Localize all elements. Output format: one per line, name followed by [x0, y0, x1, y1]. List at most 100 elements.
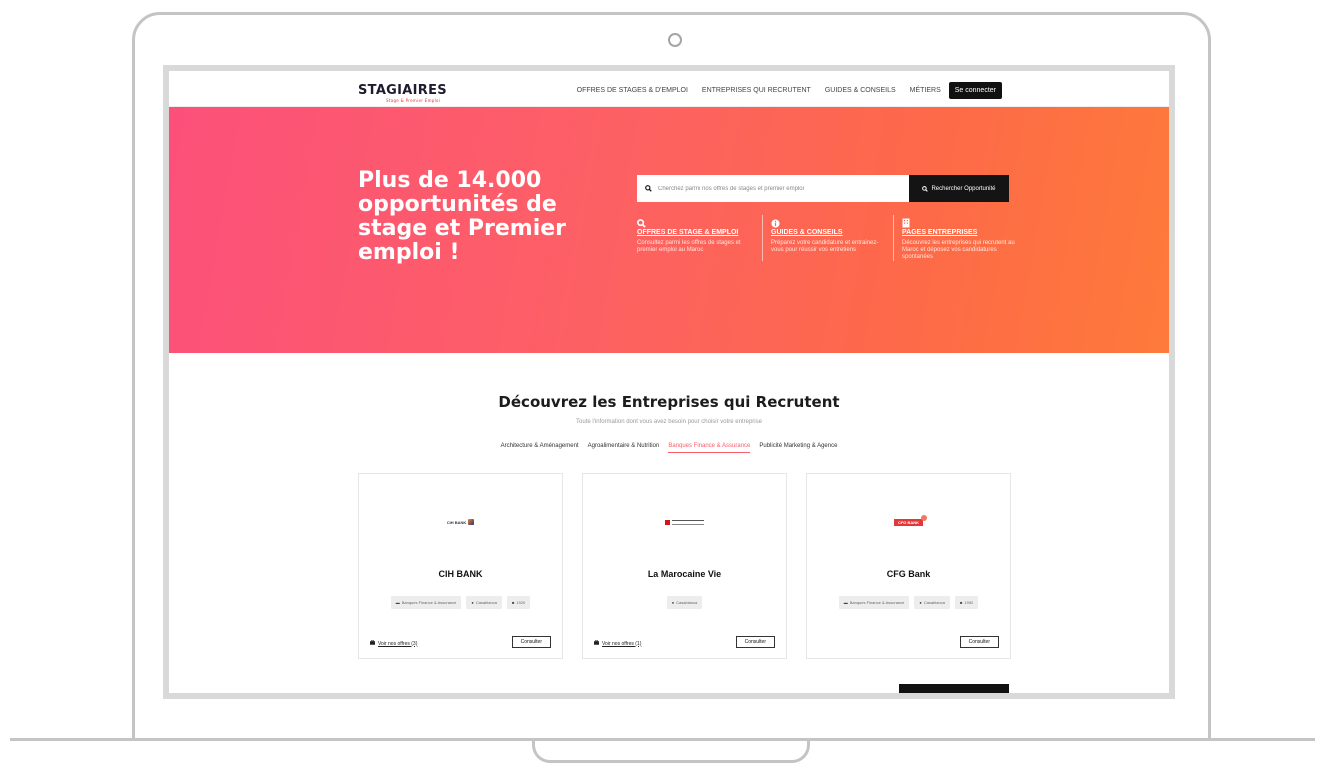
- cfg-logo-dot: [921, 514, 928, 521]
- tag-label: 1992: [964, 600, 974, 605]
- nav-links: OFFRES DE STAGES & D'EMPLOI ENTREPRISES …: [577, 82, 1002, 99]
- search-field: [637, 175, 909, 202]
- location-pin-icon: ●: [671, 600, 675, 605]
- building-icon: [902, 215, 1016, 228]
- calendar-icon: ■: [511, 600, 515, 605]
- tag-sector: ▬ Banques Finance & Assurance: [838, 596, 910, 609]
- tag-label: Casablanca: [676, 600, 698, 605]
- feature-title[interactable]: PAGES ENTREPRISES: [902, 229, 1016, 236]
- tag-label: Casablanca: [923, 600, 945, 605]
- feature-title[interactable]: GUIDES & CONSEILS: [771, 229, 885, 236]
- hero-features: OFFRES DE STAGE & EMPLOI Consultez parmi…: [637, 215, 1024, 261]
- nav-link-metiers[interactable]: MÉTIERS: [910, 87, 941, 94]
- info-icon: [771, 215, 885, 228]
- nav-link-offres[interactable]: OFFRES DE STAGES & D'EMPLOI: [577, 87, 688, 94]
- camera-icon: [668, 33, 682, 47]
- company-tags: ▬ Banques Finance & Assurance ● Casablanca…: [807, 596, 1010, 609]
- card-footer: Voir nos offres (3) Consulter: [370, 636, 551, 648]
- company-name: CIH BANK: [438, 569, 483, 579]
- tag-location: ● Casablanca: [466, 596, 502, 609]
- company-logo: [583, 515, 786, 529]
- search-icon: [645, 185, 652, 192]
- tag-year: ■ 1992: [954, 596, 979, 609]
- consult-button[interactable]: Consulter: [959, 636, 999, 648]
- tab-architecture[interactable]: Architecture & Aménagement: [501, 443, 579, 453]
- search-bar: Rechercher Opportunité: [637, 175, 1009, 202]
- laptop-screen: STAGIAIRES Stage & Premier Emploi OFFRES…: [163, 65, 1175, 699]
- tag-location: ● Casablanca: [666, 596, 703, 609]
- tab-publicite[interactable]: Publicité Marketing & Agence: [759, 443, 837, 453]
- card-footer: Consulter: [818, 636, 999, 648]
- nav-link-guides[interactable]: GUIDES & CONSEILS: [825, 87, 896, 94]
- tab-banques[interactable]: Banques Finance & Assurance: [668, 443, 751, 453]
- logo-tagline: Stage & Premier Emploi: [386, 98, 441, 103]
- search-button[interactable]: Rechercher Opportunité: [909, 175, 1009, 202]
- category-tabs: Architecture & Aménagement Agroalimentai…: [169, 443, 1169, 453]
- hero-title: Plus de 14.000 opportunités de stage et …: [358, 168, 567, 265]
- marocaine-vie-logo-mark: [665, 519, 670, 525]
- nav-link-entreprises[interactable]: ENTREPRISES QUI RECRUTENT: [702, 87, 811, 94]
- cih-logo: CIH BANK: [447, 519, 475, 525]
- login-button[interactable]: Se connecter: [948, 82, 1002, 99]
- top-nav: STAGIAIRES Stage & Premier Emploi OFFRES…: [169, 71, 1169, 107]
- briefcase-icon: [594, 640, 599, 647]
- companies-section: Découvrez les Entreprises qui Recrutent …: [169, 353, 1169, 693]
- tag-label: Banques Finance & Assurance: [401, 600, 457, 605]
- company-cards: CIH BANK CIH BANK ▬ Banques Finance & Ass…: [358, 473, 1011, 659]
- company-logo: CIH BANK: [359, 515, 562, 529]
- cih-logo-mark: [468, 519, 475, 525]
- company-name: CFG Bank: [886, 569, 931, 579]
- tag-label: Banques Finance & Assurance: [849, 600, 905, 605]
- folder-icon: ▬: [395, 600, 400, 605]
- location-pin-icon: ●: [471, 600, 474, 605]
- feature-entreprises[interactable]: PAGES ENTREPRISES Découvrez les entrepri…: [893, 215, 1024, 261]
- cfg-logo-text: CFG BANK: [897, 519, 920, 525]
- section-subtitle: Toute l'information dont vous avez besoi…: [576, 419, 762, 425]
- search-input[interactable]: [658, 185, 888, 192]
- consult-button[interactable]: Consulter: [735, 636, 775, 648]
- view-offers-link[interactable]: Voir nos offres (1): [594, 640, 641, 647]
- section-title: Découvrez les Entreprises qui Recrutent: [498, 393, 840, 411]
- company-card[interactable]: CFG BANK CFG Bank ▬ Banques Finance & Ass…: [806, 473, 1011, 659]
- cfg-logo: CFG BANK: [893, 514, 928, 526]
- feature-title[interactable]: OFFRES DE STAGE & EMPLOI: [637, 229, 754, 236]
- search-button-label: Rechercher Opportunité: [931, 185, 996, 192]
- feature-desc: Consultez parmi les offres de stages et …: [637, 240, 741, 253]
- company-name: La Marocaine Vie: [647, 569, 722, 579]
- company-tags: ● Casablanca: [583, 596, 786, 609]
- card-footer: Voir nos offres (1) Consulter: [594, 636, 775, 648]
- site-logo[interactable]: STAGIAIRES Stage & Premier Emploi: [358, 83, 447, 103]
- logo-text: STAGIAIRES: [358, 83, 447, 98]
- feature-guides[interactable]: GUIDES & CONSEILS Préparez votre candida…: [762, 215, 893, 261]
- view-offers-label: Voir nos offres (3): [378, 640, 418, 647]
- marocaine-vie-logo-lines: [672, 519, 704, 525]
- website-viewport: STAGIAIRES Stage & Premier Emploi OFFRES…: [169, 71, 1169, 693]
- location-pin-icon: ●: [919, 600, 922, 605]
- tag-year: ■ 1920: [506, 596, 531, 609]
- search-icon: [637, 215, 754, 228]
- feature-desc: Découvrez les entreprises qui recrutent …: [902, 240, 1015, 260]
- search-button-icon: [922, 185, 929, 192]
- company-logo: CFG BANK: [807, 514, 1010, 529]
- consult-button[interactable]: Consulter: [511, 636, 551, 648]
- feature-desc: Préparez votre candidature et entrainez-…: [771, 240, 879, 253]
- view-offers-label: Voir nos offres (1): [602, 640, 642, 647]
- tag-label: 1920: [516, 600, 526, 605]
- briefcase-icon: [370, 640, 375, 647]
- folder-icon: ▬: [843, 600, 848, 605]
- see-more-button[interactable]: [899, 684, 1009, 693]
- tag-location: ● Casablanca: [914, 596, 950, 609]
- company-tags: ▬ Banques Finance & Assurance ● Casablanca…: [359, 596, 562, 609]
- cih-logo-text: CIH BANK: [446, 519, 467, 525]
- view-offers-link[interactable]: Voir nos offres (3): [370, 640, 417, 647]
- laptop-notch: [532, 741, 810, 763]
- company-card[interactable]: CIH BANK CIH BANK ▬ Banques Finance & Ass…: [358, 473, 563, 659]
- tag-sector: ▬ Banques Finance & Assurance: [390, 596, 462, 609]
- hero-banner: Plus de 14.000 opportunités de stage et …: [169, 107, 1169, 353]
- tag-label: Casablanca: [475, 600, 497, 605]
- tab-agroalimentaire[interactable]: Agroalimentaire & Nutrition: [588, 443, 660, 453]
- company-card[interactable]: La Marocaine Vie ● Casablanca Voir nos of…: [582, 473, 787, 659]
- calendar-icon: ■: [959, 600, 963, 605]
- feature-offres[interactable]: OFFRES DE STAGE & EMPLOI Consultez parmi…: [637, 215, 762, 261]
- marocaine-vie-logo: [665, 519, 704, 525]
